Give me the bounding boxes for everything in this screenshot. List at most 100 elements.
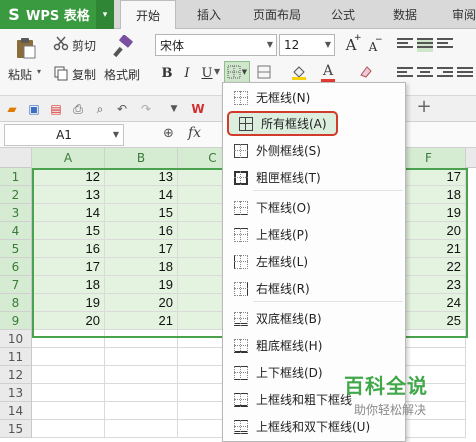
cell-a[interactable]	[32, 420, 105, 438]
cell-a[interactable]	[32, 384, 105, 402]
row-header[interactable]: 8	[0, 294, 32, 312]
cell-a[interactable]: 18	[32, 276, 105, 294]
row-header[interactable]: 4	[0, 222, 32, 240]
align-center-icon[interactable]	[417, 67, 433, 81]
cell-b[interactable]: 18	[105, 258, 178, 276]
cell-a[interactable]	[32, 330, 105, 348]
font-size-select[interactable]: 12 ▼	[279, 34, 335, 56]
clear-format-icon[interactable]	[357, 62, 375, 82]
align-right-icon[interactable]	[437, 67, 453, 81]
cut-button[interactable]: 剪切	[72, 37, 96, 54]
select-all-corner[interactable]	[0, 148, 32, 168]
cell-a[interactable]	[32, 348, 105, 366]
merge-cells-icon[interactable]	[253, 63, 275, 81]
tab-home[interactable]: 开始	[120, 0, 176, 30]
cell-a[interactable]: 15	[32, 222, 105, 240]
cell-b[interactable]: 17	[105, 240, 178, 258]
app-menu-button[interactable]: S WPS 表格 ▾	[0, 0, 114, 29]
bold-button[interactable]: B	[158, 64, 176, 82]
zoom-icon[interactable]: ⊕	[163, 126, 174, 141]
row-header[interactable]: 1	[0, 168, 32, 186]
fill-color-icon[interactable]	[288, 62, 310, 82]
row-header[interactable]: 12	[0, 366, 32, 384]
tab-review[interactable]: 审阅	[444, 0, 476, 29]
format-painter-label[interactable]: 格式刷	[104, 66, 140, 83]
row-header[interactable]: 14	[0, 402, 32, 420]
scissors-icon[interactable]	[52, 35, 70, 51]
paste-dropdown-icon[interactable]: ▾	[37, 67, 41, 76]
menu-item-double-bottom-border[interactable]: 双底框线(B)	[224, 306, 404, 331]
row-header[interactable]: 7	[0, 276, 32, 294]
tab-formulas[interactable]: 公式	[320, 0, 366, 29]
cell-a[interactable]: 13	[32, 186, 105, 204]
cell-b[interactable]: 13	[105, 168, 178, 186]
row-header[interactable]: 3	[0, 204, 32, 222]
menu-item-bottom-border[interactable]: 下框线(O)	[224, 195, 404, 220]
cell-a[interactable]: 16	[32, 240, 105, 258]
cell-b[interactable]: 20	[105, 294, 178, 312]
tab-page-layout[interactable]: 页面布局	[244, 0, 310, 29]
align-bottom-icon[interactable]	[437, 38, 453, 52]
menu-item-no-border[interactable]: 无框线(N)	[224, 85, 404, 110]
menu-item-thick-box-border[interactable]: 粗匣框线(T)	[224, 165, 404, 190]
row-header[interactable]: 6	[0, 258, 32, 276]
cell-a[interactable]: 20	[32, 312, 105, 330]
print-preview-icon[interactable]: ⌕	[92, 101, 108, 117]
export-pdf-icon[interactable]: ▤	[48, 101, 64, 117]
cell-b[interactable]: 16	[105, 222, 178, 240]
paste-icon[interactable]	[10, 35, 40, 61]
font-color-button[interactable]: A	[318, 61, 338, 83]
row-header[interactable]: 15	[0, 420, 32, 438]
redo-icon[interactable]: ↷	[138, 101, 154, 117]
italic-button[interactable]: I	[178, 64, 196, 82]
underline-dropdown-icon[interactable]: ▼	[214, 67, 220, 76]
row-header[interactable]: 5	[0, 240, 32, 258]
cell-a[interactable]: 14	[32, 204, 105, 222]
cell-a[interactable]: 19	[32, 294, 105, 312]
cell-b[interactable]: 15	[105, 204, 178, 222]
menu-item-top-border[interactable]: 上框线(P)	[224, 222, 404, 247]
row-header[interactable]: 13	[0, 384, 32, 402]
borders-button[interactable]: ▼	[224, 61, 250, 83]
name-box[interactable]: A1 ▼	[4, 124, 124, 146]
menu-item-thick-bottom-border[interactable]: 粗底框线(H)	[224, 333, 404, 358]
cell-b[interactable]	[105, 420, 178, 438]
tab-insert[interactable]: 插入	[186, 0, 232, 29]
undo-icon[interactable]: ↶	[114, 101, 130, 117]
fx-icon[interactable]: fx	[188, 125, 201, 141]
cell-b[interactable]	[105, 384, 178, 402]
tab-data[interactable]: 数据	[382, 0, 428, 29]
menu-item-all-borders[interactable]: 所有框线(A)	[227, 111, 338, 136]
save-icon[interactable]: ▣	[26, 101, 42, 117]
cell-b[interactable]: 21	[105, 312, 178, 330]
paste-label[interactable]: 粘贴	[8, 66, 32, 83]
new-tab-plus-icon[interactable]: +	[416, 96, 432, 117]
app-menu-caret-icon[interactable]: ▾	[96, 0, 114, 29]
row-header[interactable]: 11	[0, 348, 32, 366]
wps-writer-icon[interactable]: W	[190, 101, 206, 117]
copy-icon[interactable]	[52, 65, 70, 81]
format-painter-icon[interactable]	[110, 34, 136, 60]
cell-a[interactable]: 17	[32, 258, 105, 276]
row-header[interactable]: 2	[0, 186, 32, 204]
new-folder-icon[interactable]: ▰	[4, 101, 20, 117]
menu-item-left-border[interactable]: 左框线(L)	[224, 249, 404, 274]
align-top-icon[interactable]	[397, 38, 413, 52]
column-header-b[interactable]: B	[105, 148, 178, 168]
cell-b[interactable]: 19	[105, 276, 178, 294]
justify-icon[interactable]	[457, 67, 473, 81]
align-middle-icon[interactable]	[417, 38, 433, 52]
row-header[interactable]: 9	[0, 312, 32, 330]
cell-b[interactable]	[105, 330, 178, 348]
print-icon[interactable]: ⎙	[70, 101, 86, 117]
align-left-icon[interactable]	[397, 67, 413, 81]
column-header-a[interactable]: A	[32, 148, 105, 168]
cell-b[interactable]	[105, 366, 178, 384]
cell-b[interactable]	[105, 402, 178, 420]
menu-item-outside-borders[interactable]: 外侧框线(S)	[224, 138, 404, 163]
cell-b[interactable]: 14	[105, 186, 178, 204]
row-header[interactable]: 10	[0, 330, 32, 348]
cell-a[interactable]	[32, 402, 105, 420]
toolbar-more-icon[interactable]: ▼	[166, 101, 182, 117]
menu-item-right-border[interactable]: 右框线(R)	[224, 276, 404, 301]
